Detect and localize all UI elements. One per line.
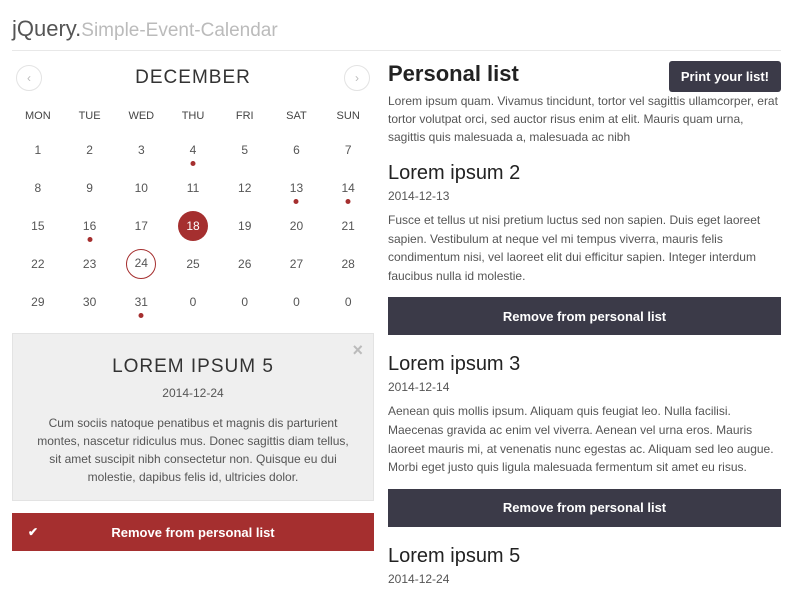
item-date: 2014-12-14 bbox=[388, 380, 781, 394]
weekday-label: FRI bbox=[219, 101, 271, 131]
calendar-day[interactable]: 14 bbox=[322, 169, 374, 207]
calendar-day[interactable]: 29 bbox=[12, 283, 64, 321]
list-items: Lorem ipsum 2 2014-12-13 Fusce et tellus u… bbox=[388, 162, 781, 586]
calendar-day[interactable]: 17 bbox=[115, 207, 167, 245]
event-title: LOREM IPSUM 5 bbox=[33, 356, 353, 378]
weekday-label: MON bbox=[12, 101, 64, 131]
calendar-panel: ‹ DECEMBER › MONTUEWEDTHUFRISATSUN 12345… bbox=[12, 61, 374, 594]
calendar-day[interactable]: 21 bbox=[322, 207, 374, 245]
month-title: DECEMBER bbox=[135, 67, 251, 89]
remove-item-button[interactable]: Remove from personal list bbox=[388, 297, 781, 335]
prev-month-button[interactable]: ‹ bbox=[16, 65, 42, 91]
weekday-label: WED bbox=[115, 101, 167, 131]
next-month-button[interactable]: › bbox=[344, 65, 370, 91]
event-dot-icon bbox=[139, 313, 144, 318]
item-date: 2014-12-13 bbox=[388, 189, 781, 203]
personal-list-panel: Print your list! Personal list Lorem ips… bbox=[388, 61, 781, 594]
item-title: Lorem ipsum 3 bbox=[388, 353, 781, 376]
calendar-day[interactable]: 9 bbox=[64, 169, 116, 207]
calendar-day[interactable]: 2 bbox=[64, 131, 116, 169]
calendar-day[interactable]: 19 bbox=[219, 207, 271, 245]
calendar-day[interactable]: 23 bbox=[64, 245, 116, 283]
calendar-day[interactable]: 24 bbox=[115, 245, 167, 283]
calendar-day[interactable]: 12 bbox=[219, 169, 271, 207]
calendar-day[interactable]: 30 bbox=[64, 283, 116, 321]
list-intro: Lorem ipsum quam. Vivamus tincidunt, tor… bbox=[388, 92, 781, 146]
item-date: 2014-12-24 bbox=[388, 572, 781, 586]
event-date: 2014-12-24 bbox=[33, 386, 353, 400]
remove-button-label: Remove from personal list bbox=[111, 525, 274, 540]
weekday-header: MONTUEWEDTHUFRISATSUN bbox=[12, 101, 374, 131]
calendar-day[interactable]: 0 bbox=[219, 283, 271, 321]
calendar-day[interactable]: 8 bbox=[12, 169, 64, 207]
event-dot-icon bbox=[87, 237, 92, 242]
remove-from-list-button[interactable]: ✔ Remove from personal list bbox=[12, 513, 374, 551]
calendar-day[interactable]: 15 bbox=[12, 207, 64, 245]
calendar-day[interactable]: 26 bbox=[219, 245, 271, 283]
calendar-day[interactable]: 11 bbox=[167, 169, 219, 207]
chevron-left-icon: ‹ bbox=[27, 71, 31, 85]
calendar-day[interactable]: 31 bbox=[115, 283, 167, 321]
item-description: Fusce et tellus ut nisi pretium luctus s… bbox=[388, 211, 781, 285]
calendar-day[interactable]: 10 bbox=[115, 169, 167, 207]
calendar-day[interactable]: 28 bbox=[322, 245, 374, 283]
calendar-day[interactable]: 25 bbox=[167, 245, 219, 283]
list-item: Lorem ipsum 5 2014-12-24 bbox=[388, 545, 781, 586]
weekday-label: THU bbox=[167, 101, 219, 131]
weekday-label: TUE bbox=[64, 101, 116, 131]
brand-sub: Simple-Event-Calendar bbox=[81, 20, 277, 41]
calendar-day[interactable]: 22 bbox=[12, 245, 64, 283]
calendar-day[interactable]: 18 bbox=[167, 207, 219, 245]
calendar-day[interactable]: 0 bbox=[322, 283, 374, 321]
calendar-day[interactable]: 7 bbox=[322, 131, 374, 169]
check-icon: ✔ bbox=[28, 525, 38, 539]
event-description: Cum sociis natoque penatibus et magnis d… bbox=[33, 414, 353, 486]
event-dot-icon bbox=[294, 199, 299, 204]
calendar-day[interactable]: 3 bbox=[115, 131, 167, 169]
brand-main: jQuery. bbox=[12, 16, 81, 41]
weekday-label: SUN bbox=[322, 101, 374, 131]
calendar-day[interactable]: 5 bbox=[219, 131, 271, 169]
event-dot-icon bbox=[191, 161, 196, 166]
item-title: Lorem ipsum 2 bbox=[388, 162, 781, 185]
calendar-day[interactable]: 13 bbox=[271, 169, 323, 207]
calendar-grid: 1234567891011121314151617181920212223242… bbox=[12, 131, 374, 321]
calendar-day[interactable]: 0 bbox=[271, 283, 323, 321]
calendar-day[interactable]: 1 bbox=[12, 131, 64, 169]
event-detail-card: × LOREM IPSUM 5 2014-12-24 Cum sociis na… bbox=[12, 333, 374, 501]
weekday-label: SAT bbox=[271, 101, 323, 131]
calendar-day[interactable]: 16 bbox=[64, 207, 116, 245]
chevron-right-icon: › bbox=[355, 71, 359, 85]
close-icon[interactable]: × bbox=[352, 340, 363, 361]
calendar-day[interactable]: 0 bbox=[167, 283, 219, 321]
remove-item-button[interactable]: Remove from personal list bbox=[388, 489, 781, 527]
calendar-day[interactable]: 20 bbox=[271, 207, 323, 245]
list-item: Lorem ipsum 2 2014-12-13 Fusce et tellus u… bbox=[388, 162, 781, 335]
calendar-day[interactable]: 27 bbox=[271, 245, 323, 283]
event-dot-icon bbox=[346, 199, 351, 204]
page-header: jQuery.Simple-Event-Calendar bbox=[12, 10, 781, 51]
list-item: Lorem ipsum 3 2014-12-14 Aenean quis molli… bbox=[388, 353, 781, 526]
item-title: Lorem ipsum 5 bbox=[388, 545, 781, 568]
print-list-button[interactable]: Print your list! bbox=[669, 61, 781, 92]
calendar-day[interactable]: 6 bbox=[271, 131, 323, 169]
item-description: Aenean quis mollis ipsum. Aliquam quis f… bbox=[388, 402, 781, 476]
calendar-day[interactable]: 4 bbox=[167, 131, 219, 169]
